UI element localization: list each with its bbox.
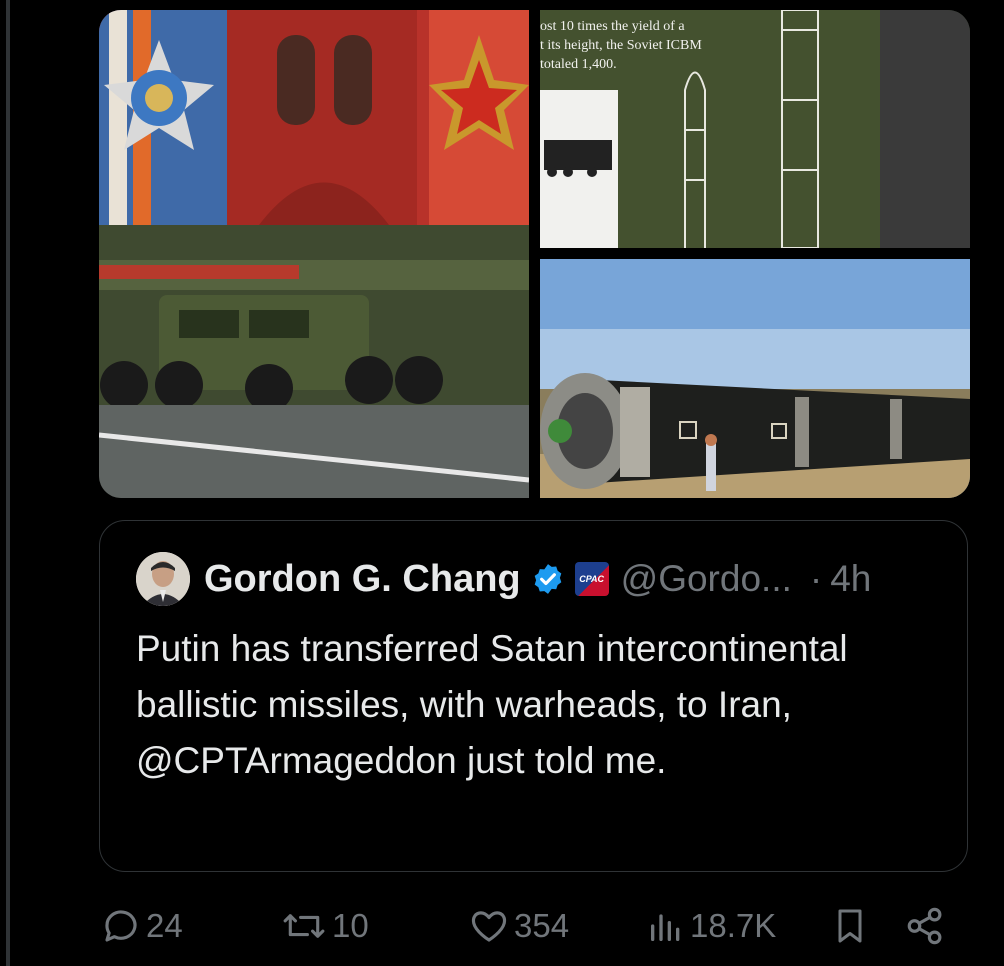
tweet-page: ost 10 times the yield of a t its height… bbox=[0, 0, 1004, 966]
timestamp[interactable]: 4h bbox=[830, 558, 871, 600]
verified-badge-icon bbox=[531, 562, 565, 596]
reply-count: 24 bbox=[146, 907, 183, 944]
repost-button[interactable]: 10 bbox=[280, 896, 369, 956]
heart-icon bbox=[471, 911, 507, 942]
satan-missile-image[interactable] bbox=[540, 259, 970, 498]
views-icon bbox=[651, 914, 680, 941]
reply-icon bbox=[105, 910, 137, 942]
exhibit-caption-line-1: ost 10 times the yield of a bbox=[540, 19, 685, 34]
repost-icon bbox=[283, 914, 325, 938]
media-grid: ost 10 times the yield of a t its height… bbox=[99, 10, 970, 498]
quoted-tweet-text: Putin has transferred Satan intercontine… bbox=[136, 628, 848, 781]
like-button[interactable]: 354 bbox=[468, 896, 569, 956]
military-parade-image[interactable] bbox=[99, 10, 529, 498]
timestamp-separator: · bbox=[809, 558, 823, 599]
quoted-tweet-card[interactable]: Gordon G. Chang CPAC @Gordo... · 4h Puti… bbox=[99, 520, 968, 872]
bookmark-button[interactable] bbox=[830, 896, 870, 956]
like-count: 354 bbox=[514, 907, 570, 944]
views-button[interactable]: 18.7K bbox=[646, 896, 776, 956]
reply-button[interactable]: 24 bbox=[100, 896, 183, 956]
repost-count: 10 bbox=[332, 907, 369, 944]
media-right-column: ost 10 times the yield of a t its height… bbox=[540, 10, 970, 498]
bookmark-icon bbox=[838, 909, 862, 943]
author-handle[interactable]: @Gordo... bbox=[621, 558, 792, 600]
action-bar: 24 10 354 18.7K bbox=[0, 896, 1004, 956]
views-count: 18.7K bbox=[690, 907, 777, 944]
exhibit-caption-line-2: t its height, the Soviet ICBM bbox=[540, 38, 702, 53]
cpac-affiliation-icon[interactable]: CPAC bbox=[574, 562, 609, 596]
avatar[interactable] bbox=[136, 552, 190, 606]
share-button[interactable] bbox=[904, 896, 946, 956]
quoted-tweet-header: Gordon G. Chang CPAC @Gordo... · 4h bbox=[136, 551, 871, 607]
share-icon bbox=[907, 907, 942, 945]
icbm-museum-exhibit-image[interactable]: ost 10 times the yield of a t its height… bbox=[540, 10, 970, 248]
author-name[interactable]: Gordon G. Chang bbox=[204, 558, 521, 601]
thread-line bbox=[6, 0, 10, 966]
exhibit-caption-line-3: totaled 1,400. bbox=[540, 57, 617, 72]
